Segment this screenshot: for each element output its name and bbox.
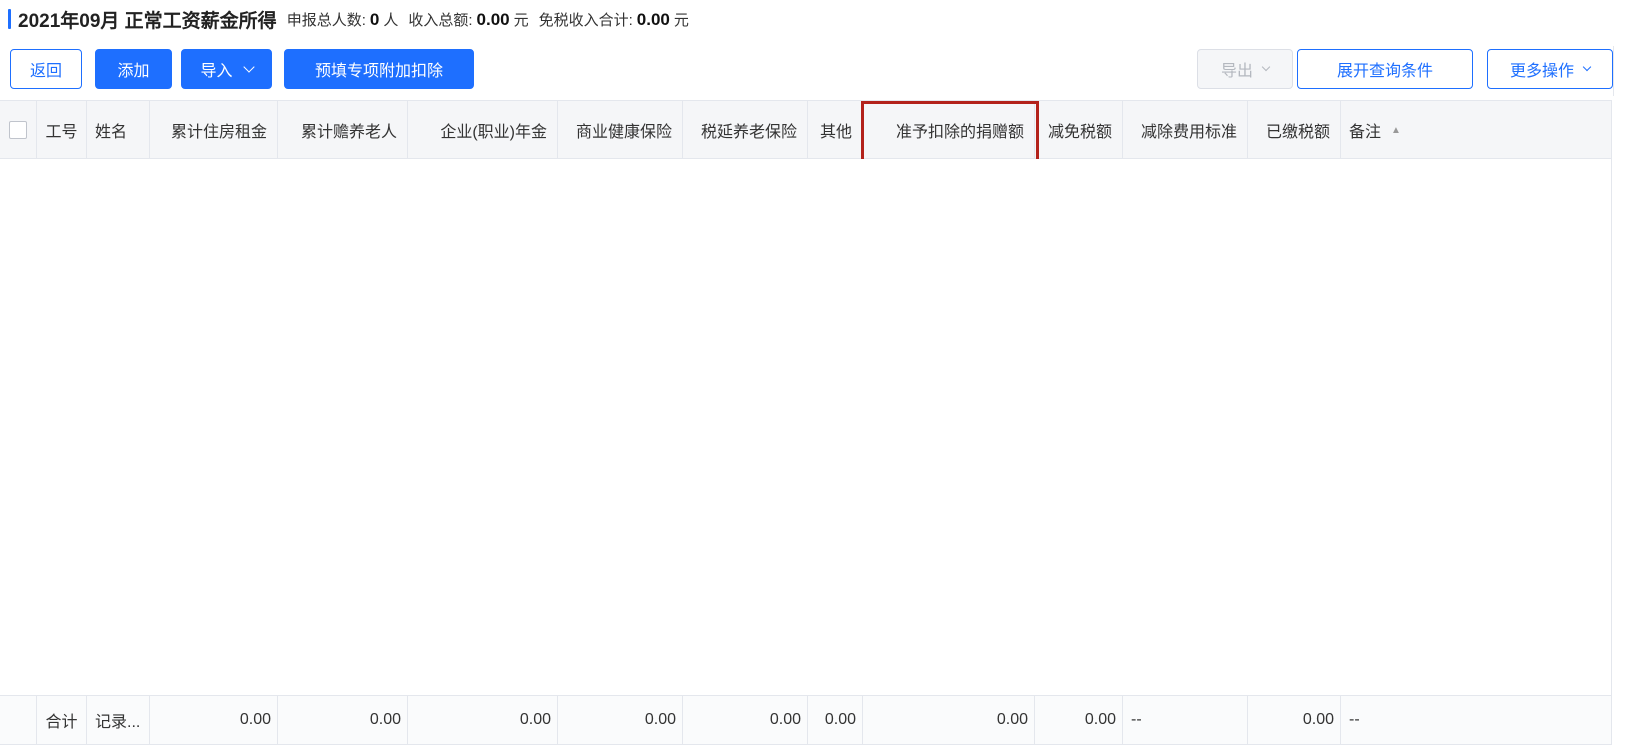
column-header[interactable]: 税延养老保险 <box>683 101 808 159</box>
footer-cell: 0.00 <box>558 696 683 744</box>
more-operations-label: 更多操作 <box>1509 63 1574 80</box>
table-body <box>0 159 1611 699</box>
more-operations-dropdown[interactable]: 更多操作 <box>1487 49 1613 89</box>
import-button-label: 导入 <box>200 63 233 80</box>
stat-unit: 人 <box>383 11 399 29</box>
table-header: 工号 姓名 累计住房租金 累计赡养老人 企业(职业)年金 商业健康保险 税延养老… <box>0 101 1612 164</box>
chevron-down-icon <box>1261 62 1271 72</box>
footer-cell: 0.00 <box>863 696 1035 744</box>
stat-unit: 元 <box>513 11 529 29</box>
column-header-remarks[interactable]: 备注 ▲ <box>1341 101 1612 159</box>
footer-checkbox-cell <box>0 696 37 744</box>
stat-total-persons: 申报总人数: 0 人 <box>287 9 399 30</box>
footer-cell: 0.00 <box>683 696 808 744</box>
data-table: 工号 姓名 累计住房租金 累计赡养老人 企业(职业)年金 商业健康保险 税延养老… <box>0 100 1612 745</box>
page-header: 2021年09月 正常工资薪金所得 申报总人数: 0 人 收入总额: 0.00 元 免税… <box>8 6 689 32</box>
expand-query-button[interactable]: 展开查询条件 <box>1297 49 1473 89</box>
footer-cell: -- <box>1349 711 1360 728</box>
footer-cell: 0.00 <box>808 696 863 744</box>
footer-cell: 0.00 <box>278 696 408 744</box>
export-button-label: 导出 <box>1220 63 1253 80</box>
table-footer-totals: 合计 记录... 0.00 0.00 0.00 0.00 0.00 0.00 0… <box>0 695 1611 744</box>
stat-label: 免税收入合计: <box>538 11 633 29</box>
footer-cell: 记录... <box>87 696 150 744</box>
page-title: 2021年09月 正常工资薪金所得 <box>18 10 277 32</box>
prefill-deductions-button[interactable]: 预填专项附加扣除 <box>284 49 474 89</box>
stat-value: 0 <box>369 9 380 29</box>
column-header-label: 备注 <box>1349 124 1382 141</box>
footer-cell: 合计 <box>37 696 87 744</box>
column-header[interactable]: 企业(职业)年金 <box>408 101 558 159</box>
title-accent-bar <box>8 9 11 29</box>
footer-cell: 0.00 <box>1248 696 1341 744</box>
select-all-checkbox[interactable] <box>9 121 27 139</box>
toolbar: 返回 添加 导入 预填专项附加扣除 导出 展开查询条件 更多操作 <box>10 49 1613 89</box>
back-button-label: 返回 <box>29 63 62 80</box>
chevron-down-icon <box>1582 62 1592 72</box>
column-header[interactable]: 工号 <box>37 101 87 159</box>
column-header[interactable]: 其他 <box>808 101 863 159</box>
back-button[interactable]: 返回 <box>10 49 82 89</box>
add-button[interactable]: 添加 <box>95 49 172 89</box>
stat-value: 0.00 <box>636 9 670 29</box>
scrollbar[interactable] <box>1613 46 1625 96</box>
column-header[interactable]: 准予扣除的捐赠额 <box>863 101 1035 159</box>
prefill-button-label: 预填专项附加扣除 <box>314 63 443 80</box>
footer-cell: 0.00 <box>1035 696 1123 744</box>
stat-tax-free-income: 免税收入合计: 0.00 元 <box>539 9 689 30</box>
column-header[interactable]: 商业健康保险 <box>558 101 683 159</box>
column-header[interactable]: 已缴税额 <box>1248 101 1341 159</box>
sort-icon[interactable]: ▲ <box>1391 125 1401 136</box>
export-dropdown-button[interactable]: 导出 <box>1197 49 1293 89</box>
stat-total-income: 收入总额: 0.00 元 <box>408 9 528 30</box>
column-header[interactable]: 减除费用标准 <box>1123 101 1248 159</box>
add-button-label: 添加 <box>117 63 150 80</box>
chevron-down-icon <box>242 60 255 73</box>
stat-value: 0.00 <box>476 9 510 29</box>
footer-cell: 0.00 <box>408 696 558 744</box>
stat-unit: 元 <box>673 11 689 29</box>
column-header[interactable]: 累计住房租金 <box>150 101 278 159</box>
select-all-cell <box>0 101 37 159</box>
column-header[interactable]: 减免税额 <box>1035 101 1123 159</box>
expand-query-label: 展开查询条件 <box>1336 63 1433 80</box>
import-dropdown-button[interactable]: 导入 <box>181 49 272 89</box>
stat-label: 申报总人数: <box>286 11 366 29</box>
column-header[interactable]: 累计赡养老人 <box>278 101 408 159</box>
column-header[interactable]: 姓名 <box>87 101 150 159</box>
footer-cell: 0.00 <box>150 696 278 744</box>
footer-cell: -- <box>1123 696 1248 744</box>
stat-label: 收入总额: <box>408 11 473 29</box>
